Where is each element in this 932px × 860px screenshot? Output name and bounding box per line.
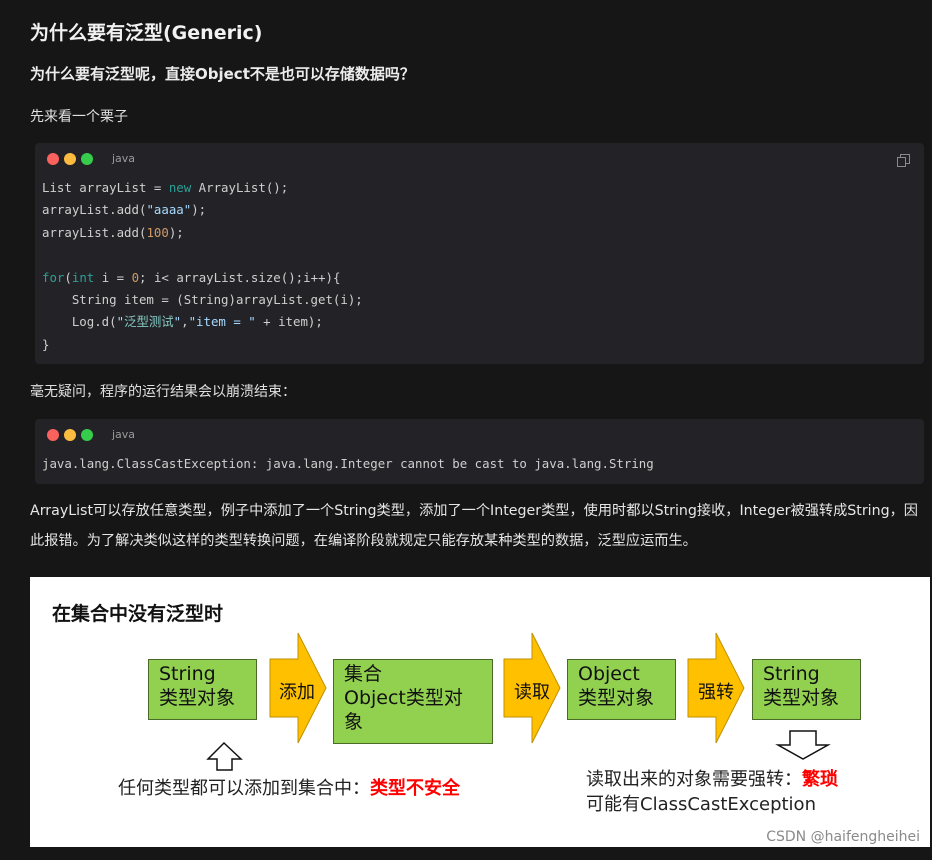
box-line: String [159,663,216,685]
copy-icon[interactable] [897,154,910,167]
code-language-label: java [112,152,136,165]
code-block-example: java List arrayList = new ArrayList(); a… [35,143,924,364]
arrow-up-icon [206,741,243,771]
box-line: 集合 [344,663,383,685]
box-collection: 集合 Object类型对 象 [333,659,493,744]
window-controls-icon [47,429,98,441]
green-dot-icon [81,153,93,165]
caption-left-highlight: 类型不安全 [370,778,460,799]
section-heading: 为什么要有泛型(Generic) [30,22,263,44]
arrow-label-add: 添加 [279,682,315,703]
caption-right-text: 读取出来的对象需要强转： [586,769,802,790]
box-line: 象 [344,711,364,733]
caption-right: 读取出来的对象需要强转：繁琐 可能有ClassCastException [586,767,838,817]
caption-left-text: 任何类型都可以添加到集合中： [118,778,370,799]
arrow-label-cast: 强转 [698,682,734,703]
watermark: CSDN @haifengheihei [766,829,920,845]
arrow-down-icon [775,730,831,760]
box-line: Object类型对 [344,687,463,709]
intro-paragraph: 先来看一个栗子 [30,109,128,125]
section-subheading: 为什么要有泛型呢，直接Object不是也可以存储数据吗？ [30,65,415,83]
caption-right-highlight: 繁琐 [802,769,838,790]
caption-right-line2: 可能有ClassCastException [586,794,816,815]
error-line: java.lang.ClassCastException: java.lang.… [42,456,654,471]
result-paragraph: 毫无疑问，程序的运行结果会以崩溃结束： [30,384,296,400]
box-line: String [763,663,820,685]
diagram-figure: 在集合中没有泛型时 String 类型对象 集合 Object类型对 象 Obj… [30,577,930,847]
red-dot-icon [47,429,59,441]
yellow-dot-icon [64,429,76,441]
red-dot-icon [47,153,59,165]
box-line: 类型对象 [578,687,655,709]
box-object: Object 类型对象 [567,659,676,720]
code-block-error: java java.lang.ClassCastException: java.… [35,419,924,484]
box-string-source: String 类型对象 [148,659,257,720]
box-string-target: String 类型对象 [752,659,861,720]
figure-title: 在集合中没有泛型时 [52,603,224,625]
box-line: 类型对象 [763,687,840,709]
caption-left: 任何类型都可以添加到集合中：类型不安全 [118,774,460,800]
window-controls-icon [47,153,98,165]
code-language-label: java [112,428,136,441]
explanation-paragraph: ArrayList可以存放任意类型，例子中添加了一个String类型，添加了一个… [30,503,918,549]
green-dot-icon [81,429,93,441]
box-line: Object [578,663,640,685]
box-line: 类型对象 [159,687,236,709]
arrow-label-read: 读取 [514,682,550,703]
yellow-dot-icon [64,153,76,165]
code-content: List arrayList = new ArrayList(); arrayL… [42,180,363,352]
